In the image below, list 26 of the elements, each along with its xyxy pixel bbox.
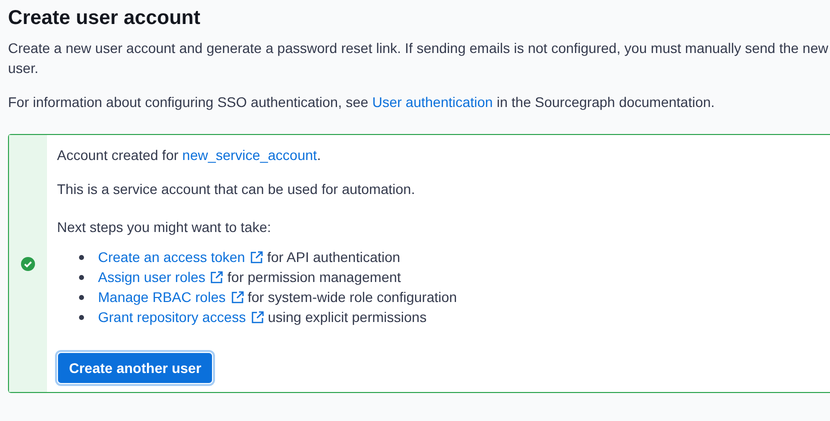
- next-steps-label: Next steps you might want to take:: [57, 218, 272, 237]
- create-another-user-button[interactable]: Create another user: [57, 352, 214, 384]
- external-link-icon: [250, 310, 264, 324]
- step-description: using explicit permissions: [268, 309, 427, 325]
- external-link-icon: [250, 250, 264, 264]
- external-link-icon: [210, 270, 224, 284]
- user-authentication-link[interactable]: User authentication: [372, 94, 493, 110]
- bullet-icon: [79, 254, 84, 260]
- bullet-icon: [79, 274, 84, 280]
- page-description: Create a new user account and generate a password reset link. If sending emails is not configured, you must manually send the new user.: [8, 39, 830, 78]
- bullet-icon: [79, 314, 84, 320]
- external-link-icon: [230, 290, 244, 304]
- step-link[interactable]: Create an access token: [98, 249, 246, 265]
- page-title: Create user account: [8, 6, 202, 30]
- bullet-icon: [79, 294, 84, 300]
- step-link[interactable]: Manage RBAC roles: [98, 289, 226, 305]
- check-circle-icon: [21, 256, 35, 270]
- service-account-note: This is a service account that can be used for automation.: [57, 180, 416, 199]
- account-created-message: Account created for new_service_account.: [57, 146, 322, 165]
- username-link[interactable]: new_service_account: [182, 147, 317, 163]
- step-description: for permission management: [227, 269, 401, 285]
- step-link[interactable]: Assign user roles: [98, 269, 206, 285]
- step-description: for API authentication: [267, 249, 400, 265]
- sso-note: For information about configuring SSO authentication, see User authentication in the Sourcegraph documentation.: [8, 93, 716, 112]
- step-link[interactable]: Grant repository access: [98, 309, 246, 325]
- step-description: for system-wide role configuration: [248, 289, 457, 305]
